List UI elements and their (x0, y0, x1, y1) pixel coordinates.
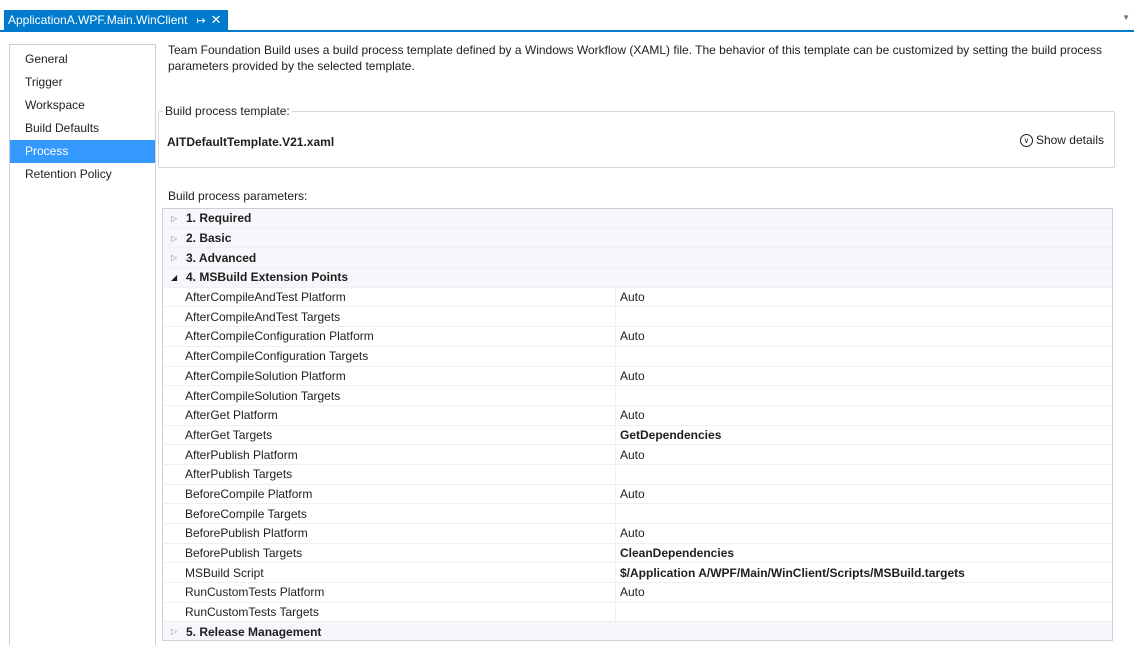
property-row[interactable]: AfterPublish Platform Auto (163, 445, 1112, 465)
property-name: BeforeCompile Targets (185, 506, 307, 521)
category-row[interactable]: ▷ 2. Basic (163, 228, 1112, 249)
property-name: RunCustomTests Targets (185, 605, 319, 620)
build-parameters-label: Build process parameters: (168, 189, 308, 203)
property-name: AfterCompileConfiguration Targets (185, 349, 369, 364)
property-row[interactable]: BeforePublish Platform Auto (163, 524, 1112, 544)
build-template-group: Build process template: AITDefaultTempla… (158, 104, 1115, 168)
property-name: BeforePublish Platform (185, 526, 308, 541)
property-value[interactable]: Auto (615, 524, 1112, 543)
property-row[interactable]: AfterGet Targets GetDependencies (163, 425, 1112, 446)
property-row[interactable]: AfterCompileAndTest Targets (163, 307, 1112, 328)
property-row[interactable]: BeforeCompile Targets (163, 504, 1112, 524)
property-name: AfterCompileSolution Targets (185, 388, 341, 403)
property-row[interactable]: BeforePublish Targets CleanDependencies (163, 543, 1112, 564)
nav-item-general[interactable]: General (10, 48, 155, 71)
template-name: AITDefaultTemplate.V21.xaml (167, 135, 335, 149)
property-value[interactable] (615, 386, 1112, 405)
property-value[interactable]: Auto (615, 445, 1112, 464)
close-icon[interactable]: ✕ (211, 12, 222, 28)
property-value[interactable]: Auto (615, 287, 1112, 307)
property-row[interactable]: BeforeCompile Platform Auto (163, 484, 1112, 505)
property-name: RunCustomTests Platform (185, 585, 325, 600)
category-row[interactable]: ▷ 1. Required (163, 209, 1112, 229)
nav-item-workspace[interactable]: Workspace (10, 94, 155, 117)
show-details-label: Show details (1035, 133, 1104, 147)
expanded-triangle-icon[interactable]: ◢ (171, 273, 183, 282)
tab-list-dropdown-icon[interactable]: ▼ (1122, 13, 1130, 22)
nav-item-retention-policy[interactable]: Retention Policy (10, 163, 155, 186)
property-row[interactable]: RunCustomTests Targets (163, 602, 1112, 623)
property-row[interactable]: AfterCompileSolution Targets (163, 386, 1112, 406)
category-label: 4. MSBuild Extension Points (186, 270, 349, 285)
category-row[interactable]: ▷ 5. Release Management (163, 622, 1112, 640)
property-name: AfterCompileAndTest Targets (185, 309, 341, 324)
tab-accent-bar (0, 30, 1134, 32)
property-row[interactable]: AfterGet Platform Auto (163, 405, 1112, 426)
property-row[interactable]: AfterCompileSolution Platform Auto (163, 366, 1112, 387)
property-value[interactable] (615, 346, 1112, 366)
category-label: 3. Advanced (186, 250, 257, 265)
document-tab-strip: ApplicationA.WPF.Main.WinClient ↦ ✕ ▼ (0, 0, 1134, 30)
category-row[interactable]: ◢ 4. MSBuild Extension Points (163, 268, 1112, 288)
document-tab-title: ApplicationA.WPF.Main.WinClient (8, 13, 188, 27)
property-name: AfterCompileConfiguration Platform (185, 329, 374, 344)
property-name: BeforeCompile Platform (185, 486, 313, 501)
property-value[interactable] (615, 504, 1112, 523)
document-tab[interactable]: ApplicationA.WPF.Main.WinClient ↦ ✕ (4, 10, 228, 30)
show-details-button[interactable]: ∨ Show details (1019, 133, 1104, 147)
property-value[interactable] (615, 602, 1112, 622)
category-label: 5. Release Management (186, 624, 322, 639)
property-row[interactable]: AfterCompileConfiguration Targets (163, 346, 1112, 367)
property-row[interactable]: RunCustomTests Platform Auto (163, 583, 1112, 603)
category-label: 1. Required (186, 211, 252, 226)
property-row[interactable]: AfterCompileAndTest Platform Auto (163, 287, 1112, 308)
category-row[interactable]: ▷ 3. Advanced (163, 248, 1112, 269)
category-label: 2. Basic (186, 231, 232, 246)
property-name: MSBuild Script (185, 565, 264, 580)
property-value[interactable]: Auto (615, 327, 1112, 346)
property-row[interactable]: AfterCompileConfiguration Platform Auto (163, 327, 1112, 347)
build-template-label: Build process template: (163, 104, 292, 118)
property-name: AfterGet Platform (185, 408, 278, 423)
property-name: AfterCompileSolution Platform (185, 368, 346, 383)
property-value[interactable]: Auto (615, 405, 1112, 425)
property-row[interactable]: AfterPublish Targets (163, 464, 1112, 485)
property-value[interactable]: Auto (615, 366, 1112, 386)
property-value[interactable]: Auto (615, 583, 1112, 602)
collapsed-triangle-icon[interactable]: ▷ (171, 627, 183, 636)
nav-item-process[interactable]: Process (10, 140, 155, 163)
process-panel: Team Foundation Build uses a build proce… (158, 40, 1118, 641)
parameters-grid: ▷ 1. Required ▷ 2. Basic ▷ 3. Advanced ◢ 4. MSB… (162, 208, 1113, 641)
property-name: AfterCompileAndTest Platform (185, 290, 346, 305)
nav-item-build-defaults[interactable]: Build Defaults (10, 117, 155, 140)
pin-icon[interactable]: ↦ (196, 14, 205, 27)
intro-text: Team Foundation Build uses a build proce… (168, 43, 1103, 73)
property-name: BeforePublish Targets (185, 546, 303, 561)
property-value[interactable]: GetDependencies (615, 425, 1112, 445)
property-value[interactable] (615, 464, 1112, 484)
property-name: AfterPublish Platform (185, 447, 298, 462)
property-value[interactable]: Auto (615, 484, 1112, 504)
property-value[interactable]: CleanDependencies (615, 543, 1112, 563)
chevron-down-circle-icon: ∨ (1019, 133, 1033, 147)
property-name: AfterPublish Targets (185, 467, 293, 482)
property-name: AfterGet Targets (185, 427, 273, 442)
settings-nav: General Trigger Workspace Build Defaults Pro… (9, 44, 156, 645)
collapsed-triangle-icon[interactable]: ▷ (171, 214, 183, 223)
property-row[interactable]: MSBuild Script $/Application A/WPF/Main/W… (163, 563, 1112, 584)
collapsed-triangle-icon[interactable]: ▷ (171, 253, 183, 262)
nav-item-trigger[interactable]: Trigger (10, 71, 155, 94)
collapsed-triangle-icon[interactable]: ▷ (171, 234, 183, 243)
property-value[interactable] (615, 307, 1112, 327)
property-value[interactable]: $/Application A/WPF/Main/WinClient/Scrip… (615, 563, 1112, 583)
